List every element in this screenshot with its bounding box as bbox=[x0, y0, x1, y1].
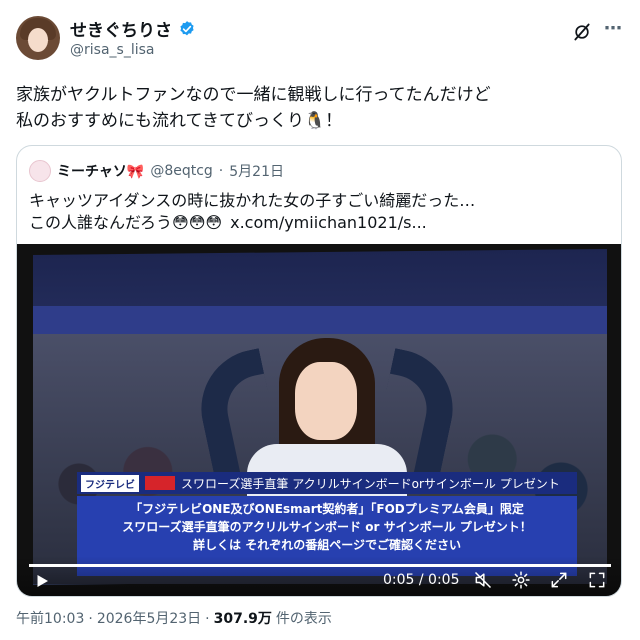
author-display-name[interactable]: せきぐちりさ bbox=[70, 16, 172, 41]
author-avatar[interactable] bbox=[16, 16, 60, 60]
view-count-label: 件の表示 bbox=[275, 611, 332, 627]
author-name-row: せきぐちりさ bbox=[70, 16, 196, 41]
video-player[interactable]: フジテレビ スワローズ選手直筆 アクリルサインボードorサインボール プレゼント… bbox=[17, 244, 621, 596]
tv-network-logo: フジテレビ bbox=[81, 474, 139, 492]
video-progress-bar[interactable] bbox=[29, 564, 611, 567]
avatar-face bbox=[28, 28, 48, 52]
video-controls: 0:05 / 0:05 bbox=[17, 556, 621, 596]
mute-icon[interactable] bbox=[473, 570, 493, 590]
quoted-tweet-link[interactable]: x.com/ymiichan1021/s... bbox=[230, 213, 427, 232]
woman-face bbox=[295, 362, 357, 440]
tweet-date[interactable]: 2026年5月23日 bbox=[97, 608, 201, 628]
tv-caption-headline-bar: フジテレビ スワローズ選手直筆 アクリルサインボードorサインボール プレゼント bbox=[77, 472, 577, 494]
view-count: 307.9万 bbox=[213, 611, 272, 627]
play-icon[interactable] bbox=[33, 572, 51, 590]
tweet-meta: 午前10:03 · 2026年5月23日 · 307.9万 件の表示 bbox=[16, 608, 332, 628]
grok-icon[interactable] bbox=[572, 22, 592, 42]
quoted-tweet-header: ミーチャソ🎀 @8eqtcg · 5月21日 bbox=[29, 160, 284, 182]
meta-separator: · bbox=[205, 611, 210, 627]
quoted-author-name[interactable]: ミーチャソ🎀 bbox=[57, 161, 144, 181]
settings-gear-icon[interactable] bbox=[511, 570, 531, 590]
verified-badge-icon bbox=[180, 20, 194, 35]
more-options-icon[interactable]: ⋯ bbox=[602, 20, 624, 42]
tweet-time[interactable]: 午前10:03 bbox=[16, 608, 84, 628]
tv-caption-headline: スワローズ選手直筆 アクリルサインボードorサインボール プレゼント bbox=[181, 476, 560, 491]
tv-red-mark bbox=[145, 476, 175, 490]
quoted-author-avatar[interactable] bbox=[29, 160, 51, 182]
quoted-separator: · bbox=[218, 163, 224, 179]
quoted-date[interactable]: 5月21日 bbox=[229, 161, 284, 181]
quoted-tweet-text: キャッツアイダンスの時に抜かれた女の子すごい綺麗だった… この人誰なんだろう😳😳… bbox=[29, 190, 609, 234]
fullscreen-icon[interactable] bbox=[587, 570, 607, 590]
quoted-tweet[interactable]: ミーチャソ🎀 @8eqtcg · 5月21日 キャッツアイダンスの時に抜かれた女… bbox=[16, 145, 622, 597]
bow-emoji: 🎀 bbox=[126, 164, 145, 180]
expand-icon[interactable] bbox=[549, 570, 569, 590]
author-handle[interactable]: @risa_s_lisa bbox=[70, 42, 154, 58]
tweet-text: 家族がヤクルトファンなので一緒に観戦しに行ってたんだけど 私のおすすめにも流れて… bbox=[16, 85, 491, 131]
video-progress-fill bbox=[29, 564, 611, 567]
video-time: 0:05 / 0:05 bbox=[383, 572, 460, 588]
meta-separator: · bbox=[88, 611, 93, 627]
quoted-author-handle[interactable]: @8eqtcg bbox=[150, 163, 212, 179]
